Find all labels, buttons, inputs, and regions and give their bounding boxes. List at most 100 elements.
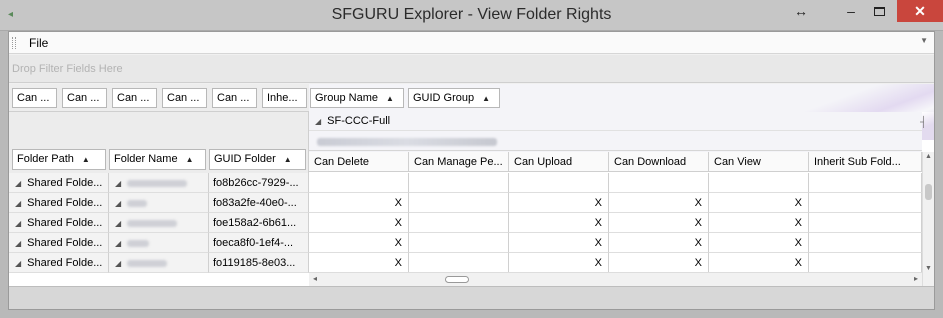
value-inherit[interactable]	[809, 233, 922, 253]
row-guid-folder[interactable]: foe158a2-6b61...	[209, 213, 309, 233]
scroll-end-icon: ┤	[920, 117, 928, 128]
scroll-down-icon[interactable]: ▼	[925, 265, 932, 272]
horizontal-scrollbar[interactable]: ◂ ▸	[309, 272, 922, 286]
value-can-delete[interactable]: X	[309, 193, 409, 213]
value-can-delete[interactable]: X	[309, 213, 409, 233]
value-can-view[interactable]: X	[709, 213, 809, 233]
menu-file[interactable]: File	[29, 36, 48, 50]
value-inherit[interactable]	[809, 213, 922, 233]
column-field-group-name[interactable]: Group Name ▲	[310, 88, 404, 108]
row-folder-path[interactable]: ◢ Shared Folde...	[9, 253, 109, 273]
collapse-icon[interactable]: ◢	[115, 179, 121, 188]
data-field-area: Can ... Can ... Can ... Can ... Can ... …	[9, 84, 309, 112]
collapse-icon[interactable]: ◢	[315, 117, 321, 126]
scroll-left-icon[interactable]: ◂	[313, 274, 317, 283]
row-folder-path[interactable]: ◢ Shared Folde...	[9, 173, 109, 193]
row-folder-path[interactable]: ◢ Shared Folde...	[9, 193, 109, 213]
data-field-can-3[interactable]: Can ...	[112, 88, 157, 108]
filter-area[interactable]: Drop Filter Fields Here	[9, 55, 934, 83]
value-inherit[interactable]	[809, 253, 922, 273]
value-can-download[interactable]: X	[609, 213, 709, 233]
collapse-icon[interactable]: ◢	[115, 219, 121, 228]
menu-overflow-icon[interactable]: ▼	[920, 36, 928, 45]
value-can-view[interactable]: X	[709, 233, 809, 253]
collapse-icon[interactable]: ◢	[115, 259, 121, 268]
row-folder-name[interactable]: ◢	[109, 213, 209, 233]
redacted-folder-name	[127, 219, 178, 227]
redacted-folder-name	[127, 179, 188, 187]
value-can-view[interactable]	[709, 173, 809, 193]
value-can-upload[interactable]	[509, 173, 609, 193]
value-can-view[interactable]: X	[709, 193, 809, 213]
folder-path: Shared Folde...	[27, 237, 103, 249]
redacted-folder-name	[127, 259, 168, 267]
minimize-button[interactable]: –	[838, 0, 864, 22]
row-guid-folder[interactable]: fo83a2fe-40e0-...	[209, 193, 309, 213]
collapse-icon[interactable]: ◢	[15, 219, 21, 228]
row-guid-folder[interactable]: fo8b26cc-7929-...	[209, 173, 309, 193]
collapse-icon[interactable]: ◢	[15, 179, 21, 188]
column-field-guid-group[interactable]: GUID Group ▲	[408, 88, 500, 108]
value-can-delete[interactable]	[309, 173, 409, 193]
value-can-delete[interactable]: X	[309, 253, 409, 273]
row-field-guid-folder[interactable]: GUID Folder ▲	[209, 149, 306, 170]
collapse-icon[interactable]: ◢	[15, 199, 21, 208]
value-can-view[interactable]: X	[709, 253, 809, 273]
column-header-can-manage[interactable]: Can Manage Pe...	[409, 152, 509, 172]
column-field-guid-group-label: GUID Group	[413, 92, 475, 104]
row-guid-folder[interactable]: foeca8f0-1ef4-...	[209, 233, 309, 253]
value-can-download[interactable]: X	[609, 253, 709, 273]
data-field-can-1[interactable]: Can ...	[12, 88, 57, 108]
value-can-upload[interactable]: X	[509, 233, 609, 253]
vertical-scrollbar[interactable]: ▲ ▼	[922, 152, 934, 286]
value-can-upload[interactable]: X	[509, 213, 609, 233]
column-header-can-download[interactable]: Can Download	[609, 152, 709, 172]
value-can-download[interactable]: X	[609, 193, 709, 213]
column-header-inherit[interactable]: Inherit Sub Fold...	[809, 152, 922, 172]
value-can-upload[interactable]: X	[509, 193, 609, 213]
row-folder-path[interactable]: ◢ Shared Folde...	[9, 213, 109, 233]
data-field-can-4[interactable]: Can ...	[162, 88, 207, 108]
vertical-scroll-thumb[interactable]	[925, 184, 932, 200]
row-guid-folder[interactable]: fo119185-8e03...	[209, 253, 309, 273]
value-can-download[interactable]: X	[609, 233, 709, 253]
folder-path: Shared Folde...	[27, 197, 103, 209]
value-can-manage[interactable]	[409, 233, 509, 253]
value-can-manage[interactable]	[409, 193, 509, 213]
status-bar	[9, 286, 934, 309]
resize-button[interactable]: ↔	[788, 0, 814, 22]
group-header[interactable]: ◢ SF-CCC-Full	[309, 112, 922, 131]
collapse-icon[interactable]: ◢	[115, 239, 121, 248]
row-folder-name[interactable]: ◢	[109, 193, 209, 213]
value-inherit[interactable]	[809, 173, 922, 193]
column-header-can-upload[interactable]: Can Upload	[509, 152, 609, 172]
data-field-can-2[interactable]: Can ...	[62, 88, 107, 108]
value-can-manage[interactable]	[409, 173, 509, 193]
collapse-icon[interactable]: ◢	[15, 239, 21, 248]
row-folder-name[interactable]: ◢	[109, 173, 209, 193]
scroll-up-icon[interactable]: ▲	[925, 153, 932, 160]
value-inherit[interactable]	[809, 193, 922, 213]
row-folder-path[interactable]: ◢ Shared Folde...	[9, 233, 109, 253]
data-field-can-5[interactable]: Can ...	[212, 88, 257, 108]
column-header-can-view[interactable]: Can View	[709, 152, 809, 172]
collapse-icon[interactable]: ◢	[15, 259, 21, 268]
collapse-icon[interactable]: ◢	[115, 199, 121, 208]
column-header-can-delete[interactable]: Can Delete	[309, 152, 409, 172]
value-can-upload[interactable]: X	[509, 253, 609, 273]
row-folder-name[interactable]: ◢	[109, 253, 209, 273]
folder-path: Shared Folde...	[27, 177, 103, 189]
row-folder-name[interactable]: ◢	[109, 233, 209, 253]
scroll-right-icon[interactable]: ▸	[914, 274, 918, 283]
value-can-download[interactable]	[609, 173, 709, 193]
close-button[interactable]: ✕	[897, 0, 943, 22]
row-field-folder-name[interactable]: Folder Name ▲	[109, 149, 206, 170]
sort-up-icon: ▲	[385, 94, 394, 103]
horizontal-scroll-thumb[interactable]	[445, 276, 469, 283]
row-field-folder-path[interactable]: Folder Path ▲	[12, 149, 106, 170]
data-field-inherit[interactable]: Inhe...	[262, 88, 307, 108]
value-can-delete[interactable]: X	[309, 233, 409, 253]
maximize-button[interactable]	[866, 0, 892, 22]
value-can-manage[interactable]	[409, 253, 509, 273]
value-can-manage[interactable]	[409, 213, 509, 233]
